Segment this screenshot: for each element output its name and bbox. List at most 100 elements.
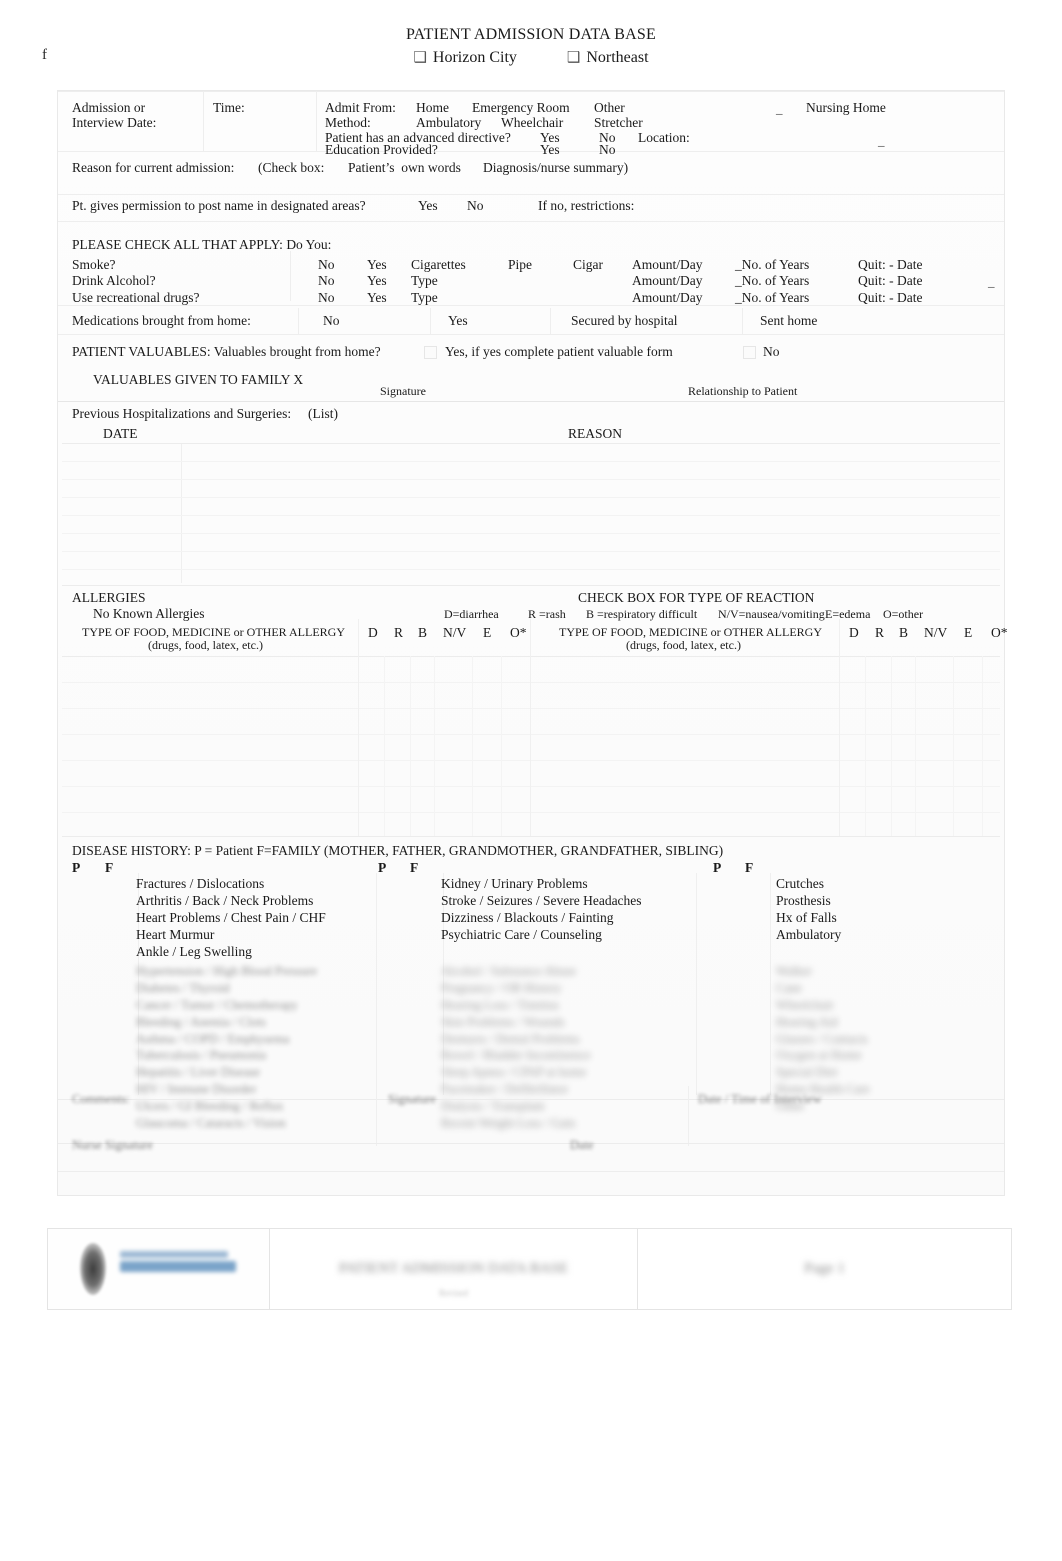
method-option-ambulatory[interactable]: Ambulatory — [416, 115, 481, 130]
admit-from-option-home[interactable]: Home — [416, 100, 449, 115]
organization-logo-icon — [80, 1243, 106, 1295]
disease-item[interactable]: Kidney / Urinary Problems — [441, 876, 588, 891]
facility-option-horizon-city[interactable]: Horizon City — [433, 49, 517, 66]
table-row[interactable] — [62, 786, 1000, 787]
reaction-col-nv-right: N/V — [924, 625, 948, 640]
method-option-wheelchair[interactable]: Wheelchair — [501, 115, 563, 130]
education-provided-label: Education Provided? — [325, 142, 438, 157]
permission-no[interactable]: No — [467, 198, 484, 213]
permission-label: Pt. gives permission to post name in des… — [72, 198, 366, 213]
disease-item[interactable]: Heart Murmur — [136, 927, 214, 942]
admit-from-other-underscore: _ — [776, 101, 783, 116]
footer-right-cell: Page 1 — [638, 1229, 1011, 1309]
reason-option-own-words[interactable]: Patient’s own words — [348, 160, 461, 175]
scanned-form-page: PATIENT ADMISSION DATA BASE ❑ Horizon Cit… — [0, 0, 1062, 1561]
admit-from-option-other[interactable]: Other — [594, 100, 625, 115]
habit-alcohol-yes[interactable]: Yes — [367, 273, 387, 288]
legend-edema: E=edema — [825, 607, 871, 621]
disease-item[interactable]: Hx of Falls — [776, 910, 837, 925]
footer-logo-cell — [48, 1229, 270, 1309]
table-row[interactable] — [62, 682, 1000, 683]
admission-date-label: Admission or — [72, 100, 146, 115]
disease-item[interactable]: Fractures / Dislocations — [136, 876, 264, 891]
previous-hospitalizations-label: Previous Hospitalizations and Surgeries: — [72, 406, 292, 421]
disease-item[interactable]: Crutches — [776, 876, 824, 891]
table-row[interactable] — [62, 515, 1000, 516]
history-col-date: DATE — [103, 426, 138, 441]
habit-smoke-no[interactable]: No — [318, 257, 335, 272]
disease-item[interactable]: Ambulatory — [776, 927, 841, 942]
facility-selector-row: ❑ Horizon City ❑ Northeast — [0, 48, 1062, 67]
valuables-no-checkbox[interactable] — [743, 346, 756, 359]
disease-item[interactable]: Stroke / Seizures / Severe Headaches — [441, 893, 642, 908]
allergy-col-header-right: TYPE OF FOOD, MEDICINE or OTHER ALLERGY — [559, 625, 822, 639]
table-row[interactable] — [62, 461, 1000, 462]
table-row[interactable] — [62, 497, 1000, 498]
habit-smoke-cigarettes[interactable]: Cigarettes — [411, 257, 466, 272]
habit-drugs-no[interactable]: No — [318, 290, 335, 305]
habit-smoke-pipe[interactable]: Pipe — [508, 257, 532, 272]
reason-checkbox-label: (Check box: — [258, 160, 325, 175]
illegible-scan-text: Signature — [388, 1092, 436, 1106]
reaction-col-r-right: R — [875, 625, 885, 640]
habit-drugs-amount: Amount/Day — [632, 290, 703, 305]
education-provided-yes[interactable]: Yes — [540, 142, 560, 157]
disease-history-section-label: DISEASE HISTORY: P = Patient F=FAMILY (M… — [72, 843, 724, 858]
disease-item[interactable]: Arthritis / Back / Neck Problems — [136, 893, 313, 908]
time-label: Time: — [213, 100, 245, 115]
method-label: Method: — [325, 115, 371, 130]
admit-from-label: Admit From: — [325, 100, 396, 115]
medications-option-sent-home[interactable]: Sent home — [760, 313, 817, 328]
illegible-scan-text: Date — [570, 1138, 594, 1152]
no-known-allergies-label[interactable]: No Known Allergies — [93, 606, 205, 621]
habit-drugs-yes[interactable]: Yes — [367, 290, 387, 305]
organization-wordmark-icon — [120, 1251, 240, 1281]
disease-history-f-header-col2: F — [410, 860, 419, 875]
table-row[interactable] — [62, 533, 1000, 534]
checkbox-horizon-city-icon[interactable]: ❑ — [413, 48, 426, 66]
habit-smoke-years: _No. of Years — [735, 257, 810, 272]
disease-item[interactable]: Ankle / Leg Swelling — [136, 944, 252, 959]
habit-alcohol-no[interactable]: No — [318, 273, 335, 288]
allergies-section-label: ALLERGIES — [72, 590, 146, 605]
reason-option-diagnosis-summary[interactable]: Diagnosis/nurse summary) — [483, 160, 628, 175]
illegible-scan-text: Nurse Signature — [72, 1138, 153, 1152]
disease-item[interactable]: Prosthesis — [776, 893, 831, 908]
habit-question-smoke: Smoke? — [72, 257, 116, 272]
medications-option-no[interactable]: No — [323, 313, 340, 328]
valuables-yes-checkbox[interactable] — [424, 346, 437, 359]
habit-alcohol-underscore: _ — [988, 274, 995, 289]
valuables-option-yes[interactable]: Yes, if yes complete patient valuable fo… — [445, 344, 673, 359]
checkbox-northeast-icon[interactable]: ❑ — [567, 48, 580, 66]
habit-smoke-cigar[interactable]: Cigar — [573, 257, 603, 272]
table-row[interactable] — [62, 760, 1000, 761]
disease-item[interactable]: Heart Problems / Chest Pain / CHF — [136, 910, 326, 925]
admit-from-option-emergency-room[interactable]: Emergency Room — [472, 100, 570, 115]
habit-smoke-amount: Amount/Day — [632, 257, 703, 272]
medications-option-secured[interactable]: Secured by hospital — [571, 313, 677, 328]
table-row[interactable] — [62, 479, 1000, 480]
education-provided-no[interactable]: No — [599, 142, 616, 157]
habit-question-alcohol: Drink Alcohol? — [72, 273, 156, 288]
illegible-scan-text: Hypertension / High Blood Pressure Diabe… — [136, 964, 318, 1130]
illegible-scan-text: PATIENT ADMISSION DATA BASE — [338, 1260, 569, 1277]
reaction-col-d-right: D — [849, 625, 859, 640]
disease-item[interactable]: Dizziness / Blackouts / Fainting — [441, 910, 613, 925]
reaction-col-b-left: B — [418, 625, 428, 640]
page-title: PATIENT ADMISSION DATA BASE — [406, 26, 656, 43]
method-option-stretcher[interactable]: Stretcher — [594, 115, 643, 130]
habit-smoke-yes[interactable]: Yes — [367, 257, 387, 272]
disease-item[interactable]: Psychiatric Care / Counseling — [441, 927, 602, 942]
history-col-reason: REASON — [568, 426, 623, 441]
permission-yes[interactable]: Yes — [418, 198, 438, 213]
medications-option-yes[interactable]: Yes — [448, 313, 468, 328]
valuables-option-no[interactable]: No — [763, 344, 780, 359]
table-row[interactable] — [62, 734, 1000, 735]
admit-from-option-nursing-home[interactable]: Nursing Home — [806, 100, 886, 115]
facility-option-northeast[interactable]: Northeast — [586, 49, 648, 66]
reaction-col-e-right: E — [964, 625, 973, 640]
table-row[interactable] — [62, 551, 1000, 552]
table-row[interactable] — [62, 708, 1000, 709]
table-row[interactable] — [62, 812, 1000, 813]
table-row[interactable] — [62, 569, 1000, 570]
